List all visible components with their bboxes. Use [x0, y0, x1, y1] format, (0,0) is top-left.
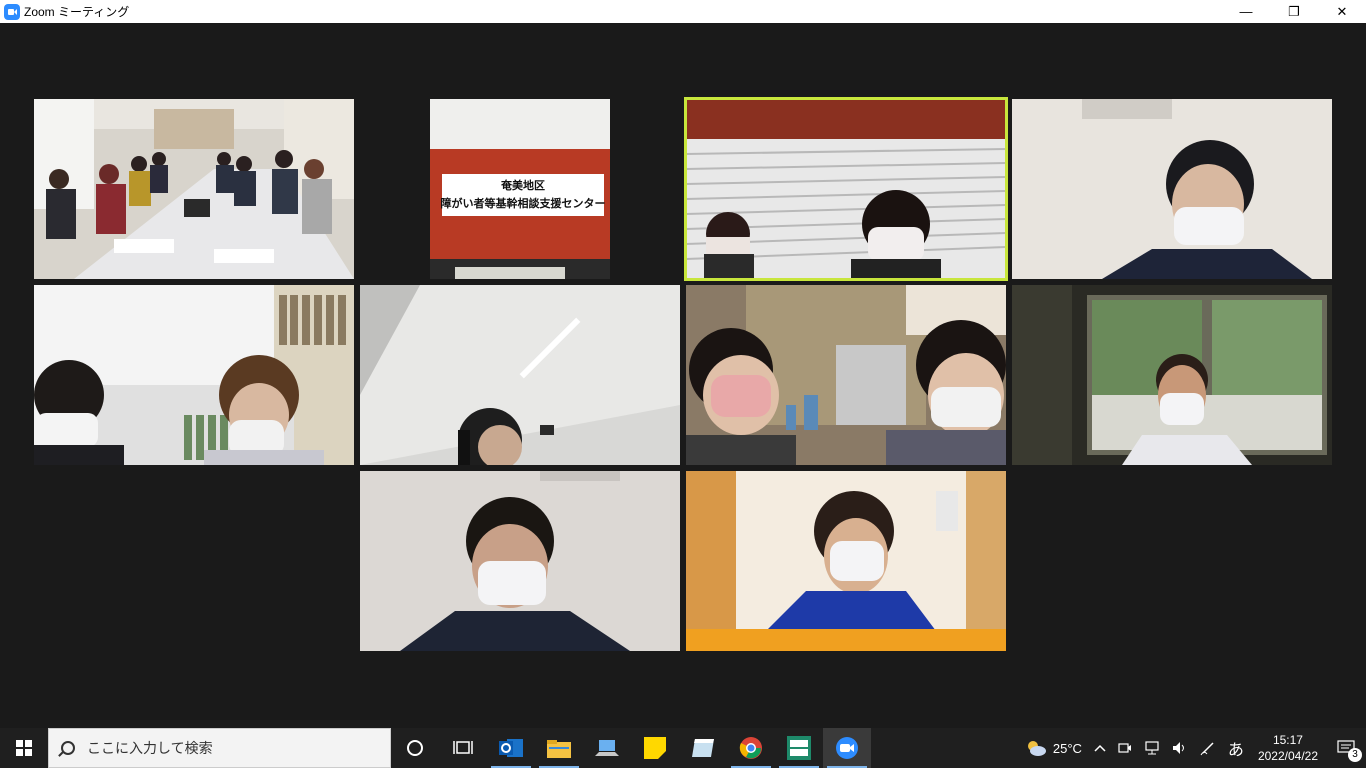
windows-taskbar: ここに入力して検索 25°C あ 15:17 2022/04/22 3: [0, 728, 1366, 768]
video-tile-ceiling-headset[interactable]: [360, 285, 680, 465]
video-feed: [360, 285, 680, 465]
video-tile-conference-room[interactable]: [34, 99, 354, 279]
taskbar-search-input[interactable]: ここに入力して検索: [48, 728, 391, 768]
sticky-notes-icon[interactable]: [631, 728, 679, 768]
video-feed: [1012, 285, 1332, 465]
window-titlebar: Zoom ミーティング — ❐ ✕: [0, 0, 1366, 23]
sign-line1: 奄美地区: [500, 178, 545, 192]
legato-app-icon[interactable]: [775, 728, 823, 768]
notification-badge: 3: [1348, 748, 1362, 762]
cortana-icon[interactable]: [391, 728, 439, 768]
clock[interactable]: 15:17 2022/04/22: [1250, 732, 1326, 764]
video-tile-man-window[interactable]: [1012, 285, 1332, 465]
video-feed: [34, 285, 354, 465]
chrome-icon[interactable]: [727, 728, 775, 768]
remote-desktop-icon[interactable]: [583, 728, 631, 768]
maximize-button[interactable]: ❐: [1270, 0, 1318, 23]
video-tile-two-women-shelf[interactable]: [686, 285, 1006, 465]
outlook-icon[interactable]: [487, 728, 535, 768]
sign-line2: 障がい者等基幹相談支援センター: [441, 196, 606, 210]
clock-time: 15:17: [1272, 733, 1303, 747]
clock-date: 2022/04/22: [1257, 749, 1318, 763]
video-feed: [686, 285, 1006, 465]
zoom-icon[interactable]: [823, 728, 871, 768]
window-title: Zoom ミーティング: [24, 5, 130, 19]
video-feed: [34, 99, 354, 279]
weather-temp: 25°C: [1052, 740, 1082, 756]
video-tile-woman-headset[interactable]: [686, 471, 1006, 651]
meet-now-button[interactable]: [1112, 728, 1138, 768]
notification-center-button[interactable]: 3: [1326, 728, 1366, 768]
search-placeholder: ここに入力して検索: [87, 740, 213, 756]
minimize-button[interactable]: —: [1222, 0, 1270, 23]
video-feed: 奄美地区 障がい者等基幹相談支援センター: [360, 99, 680, 279]
gallery-view: 奄美地区 障がい者等基幹相談支援センター: [0, 23, 1366, 728]
video-tile-two-women-bookshelf[interactable]: [34, 285, 354, 465]
volume-button[interactable]: [1166, 728, 1194, 768]
video-tile-man-mask[interactable]: [1012, 99, 1332, 279]
network-icon: [1145, 741, 1159, 755]
notes-app-icon[interactable]: [679, 728, 727, 768]
cloud-sun-icon: [1027, 741, 1046, 756]
search-icon: [61, 741, 75, 755]
video-feed: [360, 471, 680, 651]
video-tile-man-earphones[interactable]: [360, 471, 680, 651]
task-view-icon[interactable]: [439, 728, 487, 768]
system-tray: 25°C あ 15:17 2022/04/22 3: [1019, 728, 1366, 768]
pen-icon: [1200, 742, 1214, 756]
chevron-up-icon: [1094, 744, 1106, 752]
close-button[interactable]: ✕: [1318, 0, 1366, 23]
video-tile-active-speaker[interactable]: [684, 97, 1008, 281]
ime-indicator[interactable]: あ: [1222, 728, 1250, 768]
start-button[interactable]: [0, 728, 48, 768]
pen-button[interactable]: [1194, 728, 1222, 768]
weather-widget[interactable]: 25°C: [1019, 728, 1088, 768]
file-explorer-icon[interactable]: [535, 728, 583, 768]
video-tile-sign[interactable]: 奄美地区 障がい者等基幹相談支援センター: [360, 99, 680, 279]
camera-icon: [1118, 743, 1131, 753]
network-button[interactable]: [1138, 728, 1166, 768]
speaker-icon: [1172, 742, 1184, 754]
video-feed: [686, 471, 1006, 651]
zoom-app-icon: [4, 3, 20, 20]
video-feed: [1012, 99, 1332, 279]
windows-logo-icon: [16, 740, 32, 756]
video-feed: [686, 99, 1006, 279]
show-hidden-icons-button[interactable]: [1088, 728, 1112, 768]
